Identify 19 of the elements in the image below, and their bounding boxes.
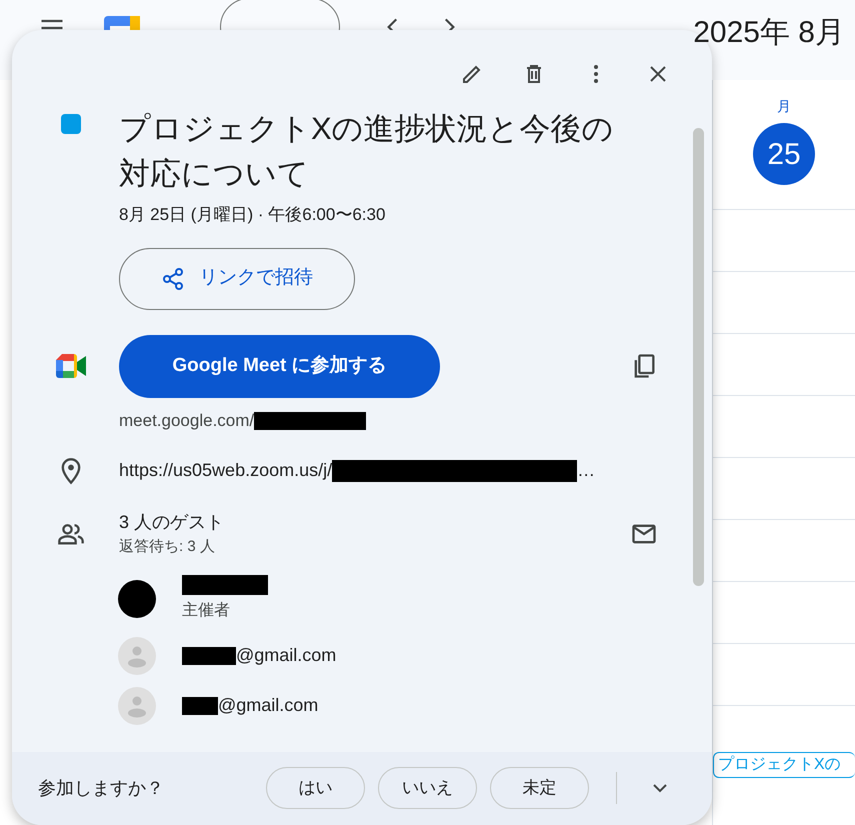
- event-title: プロジェクトXの進捗状況と今後の対応について: [119, 110, 615, 193]
- rsvp-prompt: 参加しますか？: [38, 777, 164, 800]
- pending-count: 返答待ち: 3 人: [119, 537, 216, 557]
- organizer-label: 主催者: [182, 600, 231, 620]
- event-datetime: 8月 25日 (月曜日) · 午後6:00〜6:30: [119, 204, 386, 226]
- guest-email: @gmail.com: [218, 695, 318, 715]
- weekday-label: 月: [777, 97, 791, 116]
- rsvp-option[interactable]: はい: [266, 767, 365, 809]
- rsvp-option[interactable]: 未定: [490, 767, 589, 809]
- invite-link-button[interactable]: リンクで招待: [119, 248, 355, 310]
- ellipsis-text: …: [577, 460, 596, 480]
- month-label: 2025年 8月: [693, 15, 845, 51]
- meet-link[interactable]: meet.google.com/: [119, 410, 254, 430]
- date-circle[interactable]: 25: [753, 123, 815, 185]
- guest-email: @gmail.com: [236, 645, 336, 665]
- join-meet-button[interactable]: Google Meet に参加する: [119, 334, 440, 398]
- location-link[interactable]: https://us05web.zoom.us/j/: [119, 460, 332, 480]
- guest-count: 3 人のゲスト: [119, 511, 224, 534]
- rsvp-option[interactable]: いいえ: [378, 767, 477, 809]
